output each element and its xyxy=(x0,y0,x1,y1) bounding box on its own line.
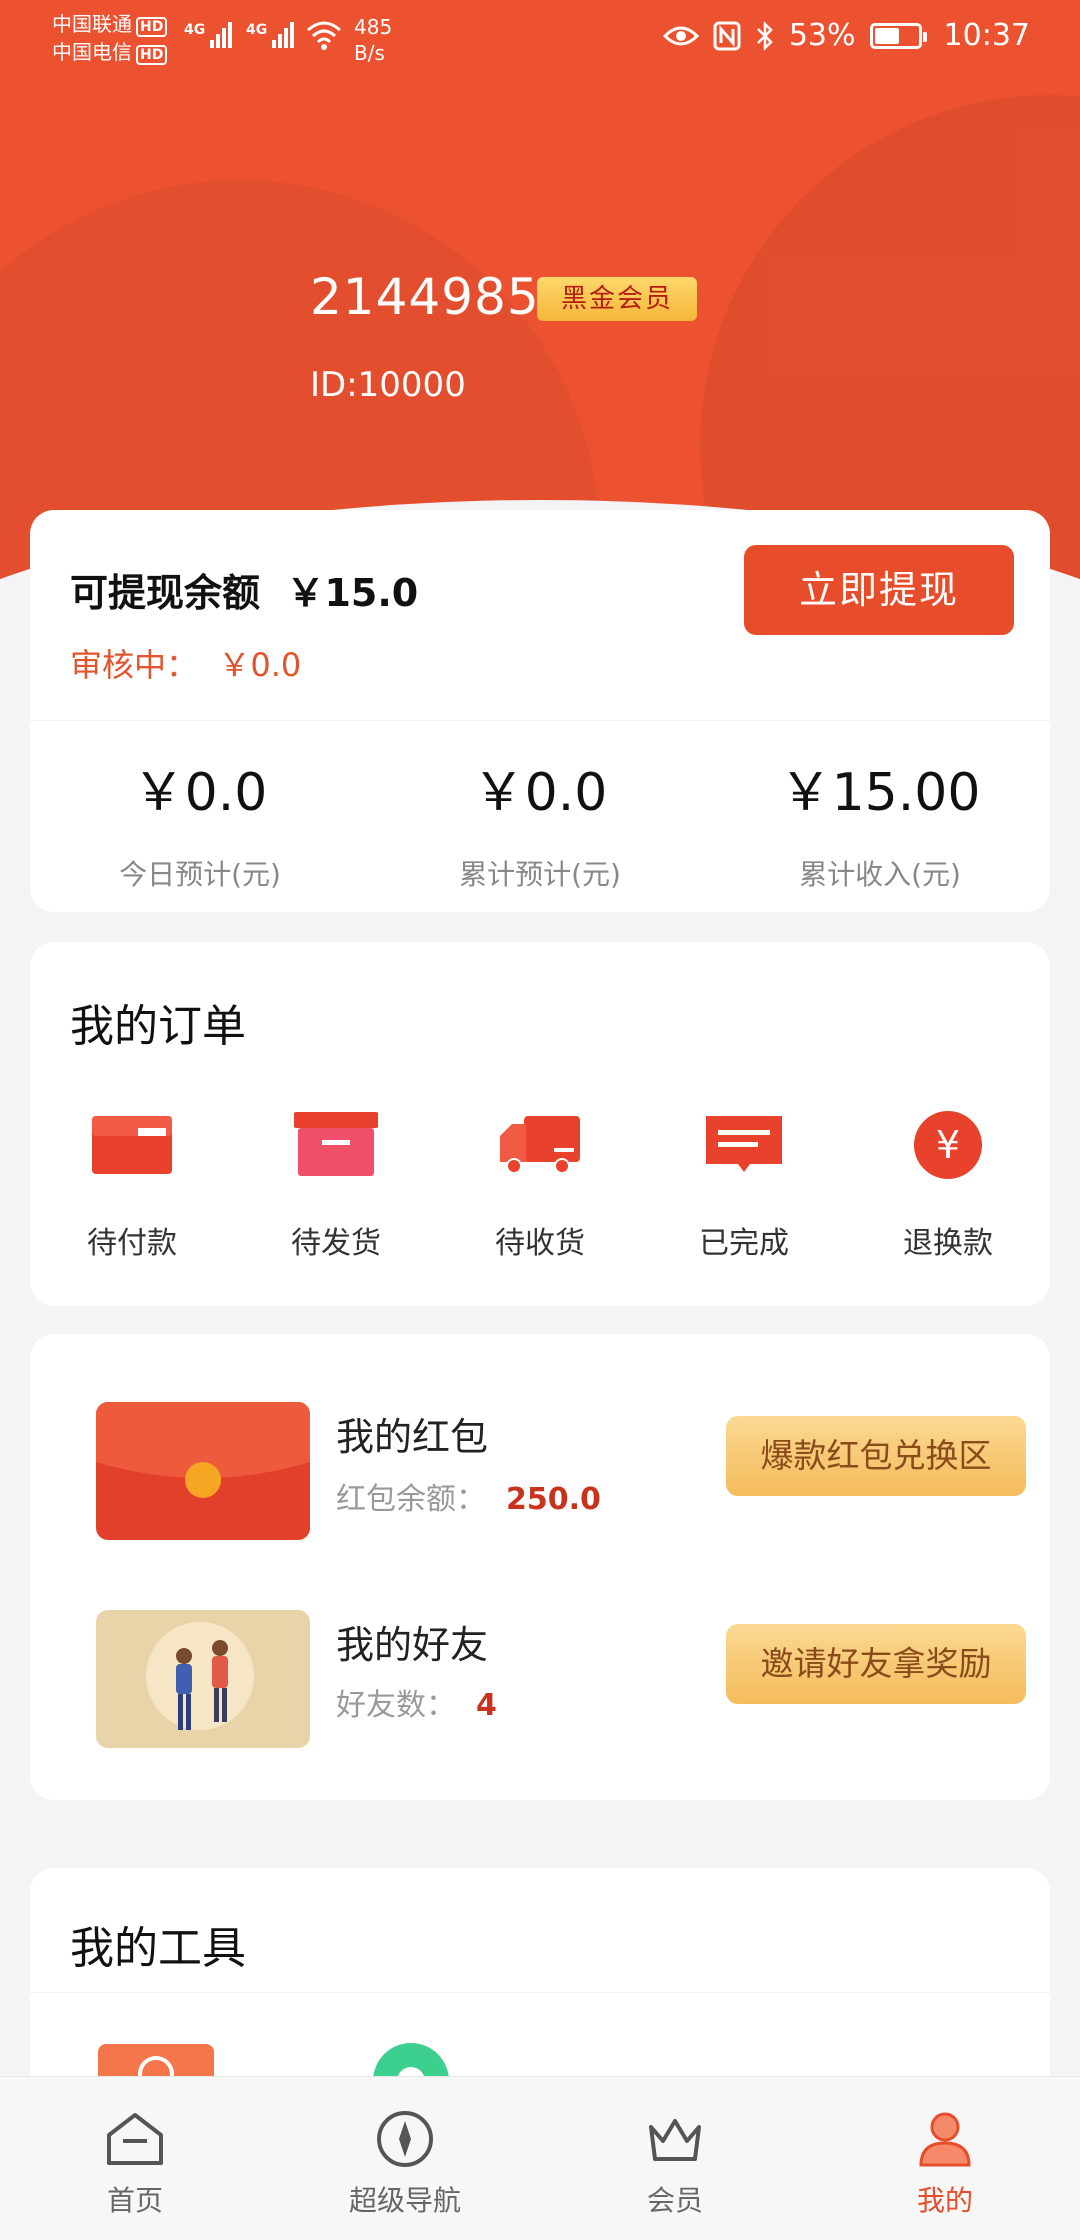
red-packet-balance-value: 250.0 xyxy=(506,1482,601,1517)
carrier1-label: 中国联通 xyxy=(52,12,132,36)
red-packet-balance-label: 红包余额： xyxy=(336,1482,486,1517)
divider xyxy=(30,720,1050,721)
red-packet-image[interactable] xyxy=(96,1402,310,1540)
wallet-icon xyxy=(90,1110,174,1180)
truck-icon xyxy=(498,1110,582,1180)
orders-title: 我的订单 xyxy=(70,1001,246,1052)
signal-icon: 4G xyxy=(246,22,296,48)
withdraw-button[interactable]: 立即提现 xyxy=(744,545,1014,635)
red-packet-exchange-button[interactable]: 爆款红包兑换区 xyxy=(726,1416,1026,1496)
bottom-nav: 首页 超级导航 会员 我的 xyxy=(0,2076,1080,2240)
stat-value: ￥0.0 xyxy=(472,763,608,823)
order-pending-payment[interactable]: 待付款 xyxy=(30,1110,234,1262)
order-completed[interactable]: 已完成 xyxy=(642,1110,846,1262)
wifi-icon xyxy=(307,21,341,50)
orders-card: 我的订单 待付款 待发货 待收货 已完成 ¥ 退换款 xyxy=(30,942,1050,1306)
hd-badge: HD xyxy=(136,17,168,37)
message-icon xyxy=(702,1110,786,1180)
withdrawable-balance: 可提现余额 ￥15.0 xyxy=(70,571,419,615)
user-id: ID:10000 xyxy=(310,365,466,405)
carrier-info: 中国联通 HD 中国电信 HD xyxy=(52,10,168,66)
balance-card: 可提现余额 ￥15.0 审核中： ￥0.0 立即提现 ￥0.0 今日预计(元) … xyxy=(30,510,1050,912)
signal-icon: 4G xyxy=(184,22,234,48)
nfc-icon xyxy=(713,21,741,50)
stat-value: ￥15.00 xyxy=(779,763,981,823)
clock: 10:37 xyxy=(943,18,1030,53)
tools-title: 我的工具 xyxy=(70,1923,246,1974)
order-label: 待付款 xyxy=(87,1226,177,1261)
svg-text:¥: ¥ xyxy=(936,1123,960,1167)
stat-value: ￥0.0 xyxy=(132,763,268,823)
divider xyxy=(30,1992,1050,1993)
username: 2144985 xyxy=(310,268,540,326)
nav-super-nav[interactable]: 超级导航 xyxy=(270,2077,540,2240)
battery-icon xyxy=(869,22,927,49)
order-label: 待收货 xyxy=(495,1226,585,1261)
nav-home[interactable]: 首页 xyxy=(0,2077,270,2240)
box-icon xyxy=(294,1110,378,1180)
stat-total-income: ￥15.00 累计收入(元) xyxy=(710,750,1050,893)
crown-icon xyxy=(643,2107,707,2171)
nav-mine[interactable]: 我的 xyxy=(810,2077,1080,2240)
friends-count-label: 好友数： xyxy=(336,1688,456,1723)
nav-member[interactable]: 会员 xyxy=(540,2077,810,2240)
network-speed: 485 B/s xyxy=(354,15,393,65)
vip-badge: 黑金会员 xyxy=(537,277,698,321)
battery-percent: 53% xyxy=(788,18,856,53)
stat-today: ￥0.0 今日预计(元) xyxy=(30,750,370,893)
nav-label: 首页 xyxy=(106,2184,163,2217)
nav-label: 超级导航 xyxy=(348,2184,461,2217)
order-label: 已完成 xyxy=(699,1226,789,1261)
bluetooth-icon xyxy=(756,20,773,51)
carrier2-label: 中国电信 xyxy=(52,40,132,64)
red-packet-title: 我的红包 xyxy=(336,1415,489,1459)
user-icon xyxy=(913,2107,977,2171)
order-refund[interactable]: ¥ 退换款 xyxy=(846,1110,1050,1262)
friends-image[interactable] xyxy=(96,1610,310,1748)
red-packet-balance: 红包余额： 250.0 xyxy=(336,1474,601,1518)
stat-label: 累计收入(元) xyxy=(799,858,961,891)
friends-count-value: 4 xyxy=(476,1688,497,1723)
status-right: 53% 10:37 xyxy=(662,18,1030,53)
status-bar: 中国联通 HD 中国电信 HD 4G 4G 485 B/s 53% 10:37 xyxy=(0,0,1080,80)
eye-icon xyxy=(662,26,699,45)
promo-card: 我的红包 红包余额： 250.0 爆款红包兑换区 我的好友 好友数： 4 邀请好友拿… xyxy=(30,1334,1050,1800)
order-label: 退换款 xyxy=(903,1226,993,1261)
compass-icon xyxy=(373,2107,437,2171)
stat-total-estimate: ￥0.0 累计预计(元) xyxy=(370,750,710,893)
order-label: 待发货 xyxy=(291,1226,381,1261)
stat-label: 今日预计(元) xyxy=(119,858,281,891)
order-pending-receipt[interactable]: 待收货 xyxy=(438,1110,642,1262)
hd-badge: HD xyxy=(136,45,168,65)
stat-label: 累计预计(元) xyxy=(459,858,621,891)
nav-label: 我的 xyxy=(916,2184,973,2217)
invite-friends-button[interactable]: 邀请好友拿奖励 xyxy=(726,1624,1026,1704)
home-icon xyxy=(103,2107,167,2171)
friends-count: 好友数： 4 xyxy=(336,1680,497,1724)
nav-label: 会员 xyxy=(646,2184,703,2217)
order-pending-shipment[interactable]: 待发货 xyxy=(234,1110,438,1262)
friends-title: 我的好友 xyxy=(336,1623,489,1667)
yen-icon: ¥ xyxy=(906,1110,990,1180)
reviewing-amount: 审核中： ￥0.0 xyxy=(70,646,302,684)
